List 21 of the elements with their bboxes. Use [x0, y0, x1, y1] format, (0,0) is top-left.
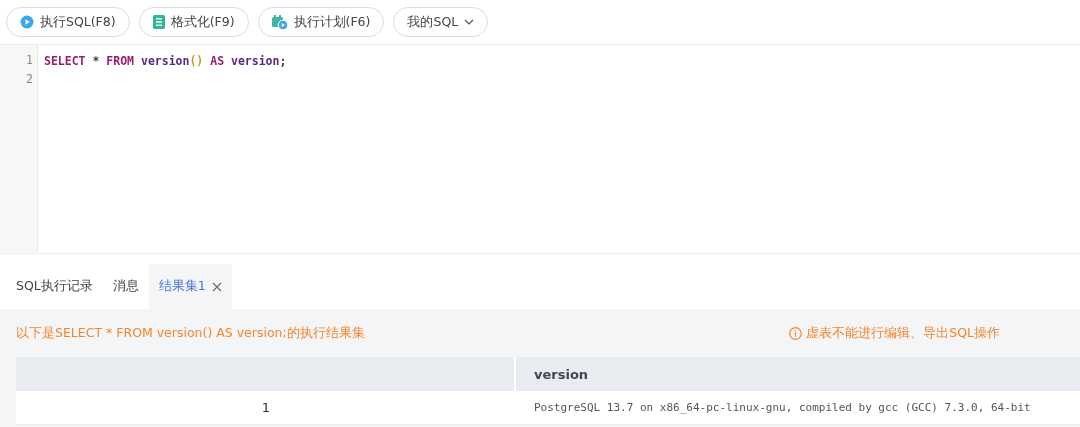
- close-icon[interactable]: [211, 281, 222, 292]
- notice-text: 虚表不能进行编辑、导出SQL操作: [806, 324, 1000, 342]
- line-number: 2: [26, 71, 33, 88]
- info-icon: [789, 326, 803, 340]
- toolbar-button[interactable]: 执行SQL(F8): [6, 7, 130, 37]
- chevron-down-icon: [464, 19, 475, 25]
- calendar-play-icon: [271, 14, 288, 30]
- play-icon: [20, 15, 34, 29]
- column-header: version: [533, 365, 590, 384]
- code-line: SELECT * FROM version() AS version;: [44, 54, 287, 68]
- line-number: 1: [26, 52, 33, 69]
- result-tab[interactable]: 结果集1: [148, 264, 232, 309]
- table-cell-text: PostgreSQL 13.7 on x86_64-pc-linux-gnu, compiled by gcc (GCC) 7.3.0, 64-bit: [533, 400, 1032, 416]
- document-icon: [152, 15, 165, 29]
- result-tab[interactable]: SQL执行记录: [6, 264, 103, 309]
- result-message: 以下是SELECT * FROM version() AS version;的执行结果集: [16, 324, 365, 342]
- toolbar-button[interactable]: 格式化(F9): [138, 7, 249, 37]
- toolbar-button[interactable]: 执行计划(F6): [257, 7, 385, 37]
- result-tab[interactable]: 消息: [102, 264, 149, 309]
- toolbar-button[interactable]: 我的SQL: [393, 7, 489, 37]
- row-number: 1: [260, 399, 272, 417]
